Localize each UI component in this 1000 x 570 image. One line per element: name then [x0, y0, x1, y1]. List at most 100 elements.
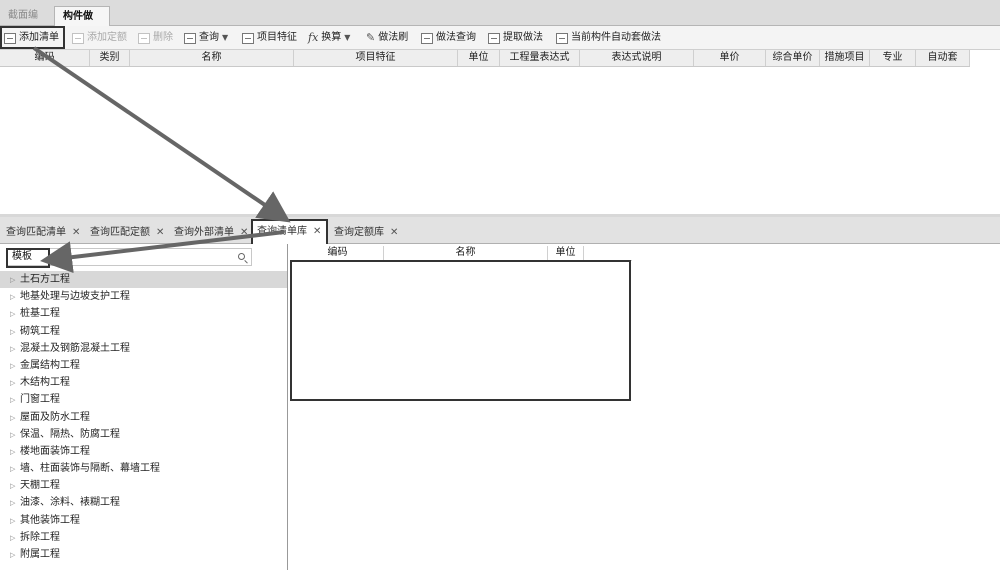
col-measure-item[interactable]: 措施项目 — [820, 50, 870, 66]
tab-query-external-list[interactable]: 查询外部清单 ✕ — [170, 222, 252, 244]
conversion-dropdown-icon[interactable]: ▼ — [344, 29, 350, 47]
tree-item[interactable]: ▷ 墙、柱面装饰与隔断、幕墙工程 — [0, 460, 287, 477]
tree-item-label: 附属工程 — [20, 549, 60, 560]
tab-query-matching-list[interactable]: 查询匹配清单 ✕ — [2, 222, 84, 244]
method-brush-button[interactable]: ✎ 做法刷 — [366, 29, 408, 47]
chapter-tree: ▷ 土石方工程 ▷ 地基处理与边坡支护工程 ▷ 桩基工程 ▷ 砌筑工程 ▷ 混凝土及钢筋混… — [0, 271, 287, 563]
tree-item-label: 门窗工程 — [20, 394, 60, 406]
tree-item[interactable]: ▷ 木结构工程 — [0, 374, 287, 391]
tree-item[interactable]: ▷ 混凝土及钢筋混凝土工程 — [0, 340, 287, 357]
tab-component-method[interactable]: 构件做法 — [54, 6, 110, 42]
search-highlight-box — [6, 248, 50, 268]
extract-method-button[interactable]: 提取做法 — [488, 29, 543, 47]
tree-item-label: 木结构工程 — [20, 377, 70, 389]
expand-icon[interactable]: ▷ — [10, 461, 18, 478]
close-icon[interactable]: ✕ — [240, 227, 248, 238]
col-composite-price[interactable]: 综合单价 — [766, 50, 820, 66]
query-label: 查询 — [199, 32, 219, 43]
expand-icon[interactable]: ▷ — [10, 495, 18, 512]
query-tab-bar: 查询匹配清单 ✕ 查询匹配定额 ✕ 查询外部清单 ✕ 查询清单库 ✕ 查询定额库 ✕ — [0, 217, 1000, 244]
tree-item-label: 金属结构工程 — [20, 359, 80, 371]
expand-icon[interactable]: ▷ — [10, 358, 18, 375]
query-dropdown-icon[interactable]: ▼ — [222, 29, 228, 47]
conversion-button[interactable]: fx 换算 ▼ — [308, 29, 350, 47]
tree-item[interactable]: ▷ 楼地面装饰工程 — [0, 443, 287, 460]
add-quota-button[interactable]: 添加定额 — [72, 29, 127, 47]
col-code[interactable]: 编码 — [0, 50, 90, 66]
query-icon — [184, 32, 196, 44]
item-feature-button[interactable]: 项目特征 — [242, 29, 297, 47]
tab-label: 查询匹配清单 — [6, 227, 66, 238]
result-col-name[interactable]: 名称 — [384, 246, 548, 260]
tree-item[interactable]: ▷ 桩基工程 — [0, 305, 287, 322]
col-category[interactable]: 类别 — [90, 50, 130, 66]
expand-icon[interactable]: ▷ — [10, 547, 18, 564]
tree-item-label: 保温、隔热、防腐工程 — [20, 428, 120, 440]
delete-label: 删除 — [153, 32, 173, 43]
expand-icon[interactable]: ▷ — [10, 272, 18, 289]
auto-apply-label: 当前构件自动套做法 — [571, 32, 661, 43]
extract-method-label: 提取做法 — [503, 32, 543, 43]
tab-query-quota-library[interactable]: 查询定额库 ✕ — [330, 222, 406, 244]
col-expression-desc[interactable]: 表达式说明 — [580, 50, 694, 66]
tab-query-matching-quota[interactable]: 查询匹配定额 ✕ — [86, 222, 168, 244]
tree-item[interactable]: ▷ 金属结构工程 — [0, 357, 287, 374]
col-specialty[interactable]: 专业 — [870, 50, 916, 66]
tree-item[interactable]: ▷ 保温、隔热、防腐工程 — [0, 426, 287, 443]
item-feature-label: 项目特征 — [257, 32, 297, 43]
tree-item-label: 桩基工程 — [20, 308, 60, 320]
tree-item[interactable]: ▷ 拆除工程 — [0, 529, 287, 546]
tree-item-label: 墙、柱面装饰与隔断、幕墙工程 — [20, 463, 160, 475]
tree-item[interactable]: ▷ 地基处理与边坡支护工程 — [0, 288, 287, 305]
search-icon[interactable] — [238, 253, 245, 260]
tree-item[interactable]: ▷ 土石方工程 — [0, 271, 287, 289]
method-query-button[interactable]: 做法查询 — [421, 29, 476, 47]
col-unit[interactable]: 单位 — [458, 50, 500, 66]
expand-icon[interactable]: ▷ — [10, 427, 18, 444]
tab-section-edit[interactable]: 截面编辑 — [0, 6, 54, 41]
tree-item[interactable]: ▷ 油漆、涂料、裱糊工程 — [0, 494, 287, 511]
expand-icon[interactable]: ▷ — [10, 306, 18, 323]
expand-icon[interactable]: ▷ — [10, 478, 18, 495]
tree-item-label: 砌筑工程 — [20, 325, 60, 337]
tree-item[interactable]: ▷ 附属工程 — [0, 546, 287, 563]
result-col-code[interactable]: 编码 — [292, 246, 384, 260]
result-col-unit[interactable]: 单位 — [548, 246, 584, 260]
expand-icon[interactable]: ▷ — [10, 324, 18, 341]
query-button[interactable]: 查询 ▼ — [184, 29, 228, 47]
tab-label: 查询外部清单 — [174, 227, 234, 238]
col-item-feature[interactable]: 项目特征 — [294, 50, 458, 66]
auto-apply-method-button[interactable]: 当前构件自动套做法 — [556, 29, 661, 47]
list-library-tree-pane: 模板 ▷ 土石方工程 ▷ 地基处理与边坡支护工程 ▷ 桩基工程 ▷ 砌筑工程 ▷ 混凝土及… — [0, 244, 288, 570]
tree-item[interactable]: ▷ 砌筑工程 — [0, 323, 287, 340]
col-unit-price[interactable]: 单价 — [694, 50, 766, 66]
arrow-add-to-tab — [32, 46, 291, 223]
fx-icon: fx — [308, 31, 319, 44]
tree-item[interactable]: ▷ 其他装饰工程 — [0, 512, 287, 529]
tab-query-list-library[interactable]: 查询清单库 ✕ — [251, 219, 328, 244]
expand-icon[interactable]: ▷ — [10, 444, 18, 461]
expand-icon[interactable]: ▷ — [10, 289, 18, 306]
conversion-label: 换算 — [321, 32, 342, 43]
close-icon[interactable]: ✕ — [313, 226, 321, 237]
expand-icon[interactable]: ▷ — [10, 392, 18, 409]
close-icon[interactable]: ✕ — [156, 227, 164, 238]
col-auto-apply[interactable]: 自动套 — [916, 50, 970, 66]
expand-icon[interactable]: ▷ — [10, 375, 18, 392]
tree-item-label: 拆除工程 — [20, 531, 60, 543]
col-name[interactable]: 名称 — [130, 50, 294, 66]
item-feature-icon — [242, 32, 254, 44]
expand-icon[interactable]: ▷ — [10, 530, 18, 547]
tree-item[interactable]: ▷ 天棚工程 — [0, 477, 287, 494]
tree-item[interactable]: ▷ 门窗工程 — [0, 391, 287, 408]
expand-icon[interactable]: ▷ — [10, 513, 18, 530]
expand-icon[interactable]: ▷ — [10, 341, 18, 358]
delete-button[interactable]: 删除 — [138, 29, 173, 47]
brush-icon: ✎ — [366, 31, 376, 44]
tree-item[interactable]: ▷ 屋面及防水工程 — [0, 409, 287, 426]
close-icon[interactable]: ✕ — [72, 227, 80, 238]
close-icon[interactable]: ✕ — [390, 227, 398, 238]
col-quantity-expression[interactable]: 工程量表达式 — [500, 50, 580, 66]
add-list-highlight-box — [0, 26, 65, 49]
expand-icon[interactable]: ▷ — [10, 410, 18, 427]
